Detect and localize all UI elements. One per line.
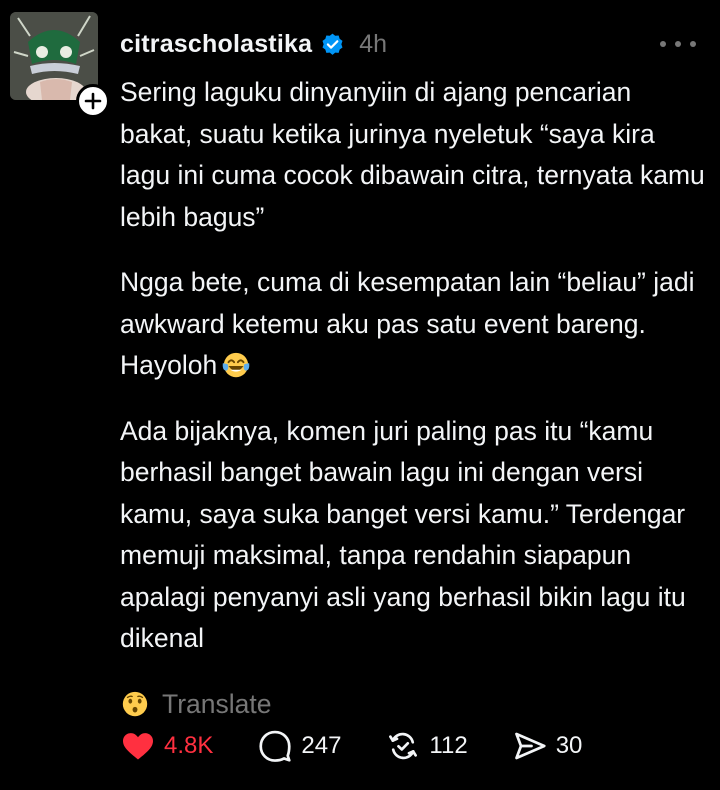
kissing-face-icon bbox=[122, 691, 148, 716]
repost-count: 112 bbox=[429, 732, 468, 759]
more-dot-icon bbox=[660, 41, 666, 47]
like-button[interactable]: 4.8K bbox=[120, 728, 213, 764]
post-timestamp: 4h bbox=[359, 29, 388, 58]
comment-button[interactable]: 247 bbox=[257, 728, 341, 764]
translate-link[interactable]: Translate bbox=[162, 689, 271, 719]
post-paragraph: Ada bijaknya, komen juri paling pas itu … bbox=[120, 411, 705, 660]
thread-post: citrascholastika 4h Sering laguku dinyan… bbox=[0, 0, 720, 790]
share-count: 30 bbox=[555, 732, 583, 759]
post-actions: 4.8K 247 112 30 bbox=[120, 724, 626, 768]
face-with-tears-of-joy-icon bbox=[222, 352, 250, 378]
paragraph-text: Ada bijaknya, komen juri paling pas itu … bbox=[120, 415, 686, 654]
like-count: 4.8K bbox=[164, 732, 214, 759]
comment-count: 247 bbox=[301, 732, 342, 759]
post-paragraph: Sering laguku dinyanyiin di ajang pencar… bbox=[120, 72, 705, 238]
follow-button[interactable] bbox=[76, 84, 110, 118]
post-header: citrascholastika 4h bbox=[120, 26, 698, 62]
post-body: Sering laguku dinyanyiin di ajang pencar… bbox=[120, 72, 705, 725]
translate-row: Translate bbox=[120, 684, 705, 726]
paragraph-text: Ngga bete, cuma di kesempatan lain “beli… bbox=[120, 267, 695, 380]
repost-button[interactable]: 112 bbox=[385, 728, 468, 764]
more-dot-icon bbox=[690, 41, 696, 47]
repost-icon bbox=[389, 732, 418, 760]
comment-icon bbox=[259, 730, 291, 762]
more-dot-icon bbox=[675, 41, 681, 47]
share-button[interactable]: 30 bbox=[512, 728, 583, 764]
post-paragraph: Ngga bete, cuma di kesempatan lain “beli… bbox=[120, 262, 705, 387]
more-options-button[interactable] bbox=[658, 29, 698, 59]
verified-badge-icon bbox=[322, 33, 343, 55]
username[interactable]: citrascholastika bbox=[120, 30, 312, 59]
avatar-container bbox=[10, 12, 110, 118]
paragraph-text: Sering laguku dinyanyiin di ajang pencar… bbox=[120, 77, 705, 232]
heart-filled-icon bbox=[123, 733, 153, 760]
plus-icon bbox=[84, 92, 102, 110]
send-icon bbox=[514, 732, 546, 760]
